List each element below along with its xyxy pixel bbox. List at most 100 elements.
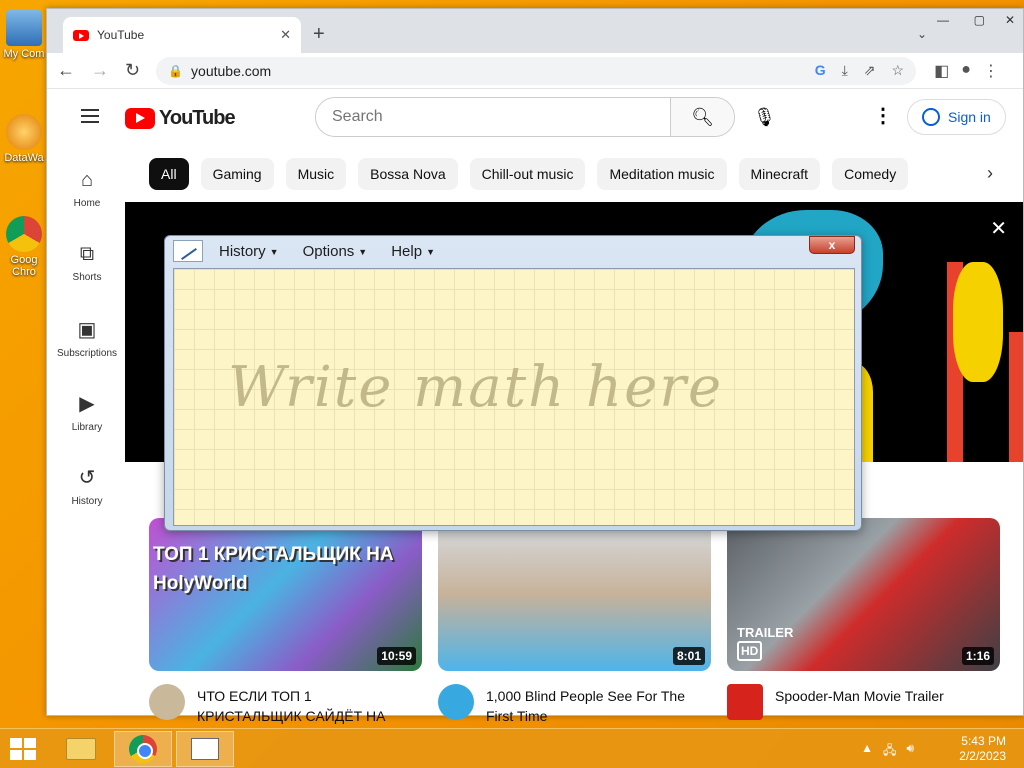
tab-close-icon[interactable]: ✕ xyxy=(280,27,291,43)
reload-button[interactable]: ↻ xyxy=(125,60,140,81)
menu-help[interactable]: Help ▼ xyxy=(391,243,435,260)
hd-badge: HD xyxy=(737,641,763,661)
profile-icon[interactable]: ● xyxy=(961,61,971,81)
maximize-button[interactable]: ▢ xyxy=(974,13,985,27)
thumbnail-text: ТОП 1 КРИСТАЛЬЩИК НА HolyWorld xyxy=(153,544,394,594)
chip-all[interactable]: All xyxy=(149,158,189,190)
start-button[interactable] xyxy=(10,738,36,760)
share-icon[interactable]: ⇗ xyxy=(864,62,876,79)
taskbar-chrome[interactable] xyxy=(114,731,172,767)
shorts-icon: ⧉ xyxy=(79,243,95,265)
banner-close-icon[interactable]: ✕ xyxy=(990,216,1007,241)
video-thumbnail[interactable]: TRAILER HD 1:16 xyxy=(727,518,1000,671)
desktop-icon-label: DataWa xyxy=(4,152,44,164)
sidebar-item-label: Home xyxy=(73,198,101,209)
sign-in-button[interactable]: Sign in xyxy=(907,99,1006,135)
desktop-icon-datawa[interactable]: DataWa xyxy=(0,114,48,164)
google-lens-icon[interactable]: G xyxy=(815,62,826,79)
datawa-icon xyxy=(6,114,42,150)
desktop-icon-google-chrome[interactable]: Goog Chro xyxy=(0,216,48,278)
chevron-right-icon[interactable]: › xyxy=(987,163,993,184)
menu-options[interactable]: Options ▼ xyxy=(303,243,368,260)
chrome-icon xyxy=(129,735,157,763)
search-button[interactable]: 🔍︎ xyxy=(670,98,734,136)
search-input[interactable] xyxy=(316,98,670,136)
banner-illustration xyxy=(953,262,1003,382)
video-title[interactable]: 1,000 Blind People See For The First Tim… xyxy=(486,686,696,726)
desktop-icon-label: Goog Chro xyxy=(10,254,38,278)
chip-gaming[interactable]: Gaming xyxy=(200,158,274,190)
taskbar-file-explorer[interactable] xyxy=(52,731,110,767)
voice-search-mic-icon[interactable]: 🎙︎ xyxy=(753,107,776,128)
tab-youtube[interactable]: YouTube ✕ xyxy=(63,17,301,53)
clock-date: 2/2/2023 xyxy=(959,749,1006,763)
chrome-icon xyxy=(6,216,42,252)
search-box: 🔍︎ xyxy=(315,97,735,137)
menu-label: History xyxy=(219,242,266,260)
youtube-play-icon xyxy=(125,108,155,129)
tab-search-chevron-icon[interactable]: ⌄ xyxy=(917,27,927,41)
math-input-icon xyxy=(191,738,219,760)
browser-menu-icon[interactable]: ⋮ xyxy=(983,61,999,81)
video-thumbnail[interactable]: ТОП 1 КРИСТАЛЬЩИК НА HolyWorld 10:59 xyxy=(149,518,422,671)
folder-icon xyxy=(66,738,96,760)
math-input-menubar: History ▼ Options ▼ Help ▼ xyxy=(165,236,861,266)
sidebar-item-library[interactable]: ▶︎ Library xyxy=(47,381,127,455)
math-writing-area[interactable]: Write math here xyxy=(173,268,855,526)
address-bar[interactable]: 🔒 youtube.com G ⤓ ⇗ ☆ xyxy=(156,56,917,85)
desktop-icon-my-computer[interactable]: My Com xyxy=(0,10,48,60)
volume-icon[interactable]: 🔊︎ xyxy=(906,741,914,762)
side-panel-icon[interactable]: ◧ xyxy=(934,61,949,81)
caret-down-icon: ▼ xyxy=(426,246,435,257)
desktop-icon-label: My Com xyxy=(3,48,45,60)
show-hidden-icons-icon[interactable]: ▲ xyxy=(861,741,873,762)
back-button[interactable]: ← xyxy=(57,60,75,81)
video-duration: 8:01 xyxy=(672,647,705,665)
menu-label: Options xyxy=(302,242,355,260)
new-tab-button[interactable]: + xyxy=(313,23,325,46)
chip-bossa-nova[interactable]: Bossa Nova xyxy=(358,158,458,190)
chip-minecraft[interactable]: Minecraft xyxy=(738,158,821,190)
forward-button[interactable]: → xyxy=(91,60,109,81)
youtube-sidebar: ⌂ Home ⧉ Shorts ▣ Subscriptions ▶︎ Libra… xyxy=(47,159,127,529)
thumbnail-text: TRAILER xyxy=(737,625,794,640)
chip-music[interactable]: Music xyxy=(285,158,347,190)
minimize-button[interactable]: — xyxy=(937,13,949,27)
network-icon[interactable]: 🖧 xyxy=(883,741,896,762)
chip-meditation-music[interactable]: Meditation music xyxy=(597,158,727,190)
youtube-favicon-icon xyxy=(73,29,89,41)
math-input-app-icon xyxy=(173,240,203,262)
math-input-close-button[interactable]: x xyxy=(809,236,855,254)
sidebar-item-shorts[interactable]: ⧉ Shorts xyxy=(47,233,127,307)
search-icon: 🔍︎ xyxy=(691,106,714,127)
sidebar-item-subscriptions[interactable]: ▣ Subscriptions xyxy=(47,307,127,381)
taskbar-clock[interactable]: 5:43 PM 2/2/2023 xyxy=(959,734,1006,764)
menu-history[interactable]: History ▼ xyxy=(219,243,279,260)
sidebar-item-history[interactable]: ↺ History xyxy=(47,455,127,529)
channel-avatar[interactable] xyxy=(149,684,185,720)
clock-time: 5:43 PM xyxy=(961,734,1006,748)
sidebar-item-home[interactable]: ⌂ Home xyxy=(47,159,127,233)
url-text: youtube.com xyxy=(191,62,272,79)
close-window-button[interactable]: ✕ xyxy=(1005,13,1015,27)
bookmark-star-icon[interactable]: ☆ xyxy=(892,62,905,79)
math-input-panel-window: x History ▼ Options ▼ Help ▼ Write math her… xyxy=(164,235,862,531)
video-title[interactable]: Spooder-Man Movie Trailer xyxy=(775,686,985,706)
youtube-logo[interactable]: YouTube xyxy=(125,107,236,130)
filter-chips: All Gaming Music Bossa Nova Chill-out mu… xyxy=(149,158,1009,190)
chip-chill-out-music[interactable]: Chill-out music xyxy=(469,158,586,190)
settings-kebab-icon[interactable]: ⋮ xyxy=(873,103,893,128)
video-title[interactable]: ЧТО ЕСЛИ ТОП 1 КРИСТАЛЬЩИК САЙДЁТ НА xyxy=(197,686,407,726)
windows-logo-icon xyxy=(24,750,36,760)
sidebar-item-label: Library xyxy=(71,422,103,433)
sidebar-item-label: Subscriptions xyxy=(56,348,118,359)
install-app-icon[interactable]: ⤓ xyxy=(842,62,848,79)
channel-avatar[interactable] xyxy=(438,684,474,720)
chip-comedy[interactable]: Comedy xyxy=(832,158,909,190)
sidebar-item-label: History xyxy=(71,496,103,507)
hamburger-menu-icon[interactable] xyxy=(81,109,99,123)
channel-avatar[interactable] xyxy=(727,684,763,720)
youtube-logo-text: YouTube xyxy=(159,107,236,129)
taskbar-math-input-panel[interactable] xyxy=(176,731,234,767)
video-thumbnail[interactable]: 8:01 xyxy=(438,518,711,671)
